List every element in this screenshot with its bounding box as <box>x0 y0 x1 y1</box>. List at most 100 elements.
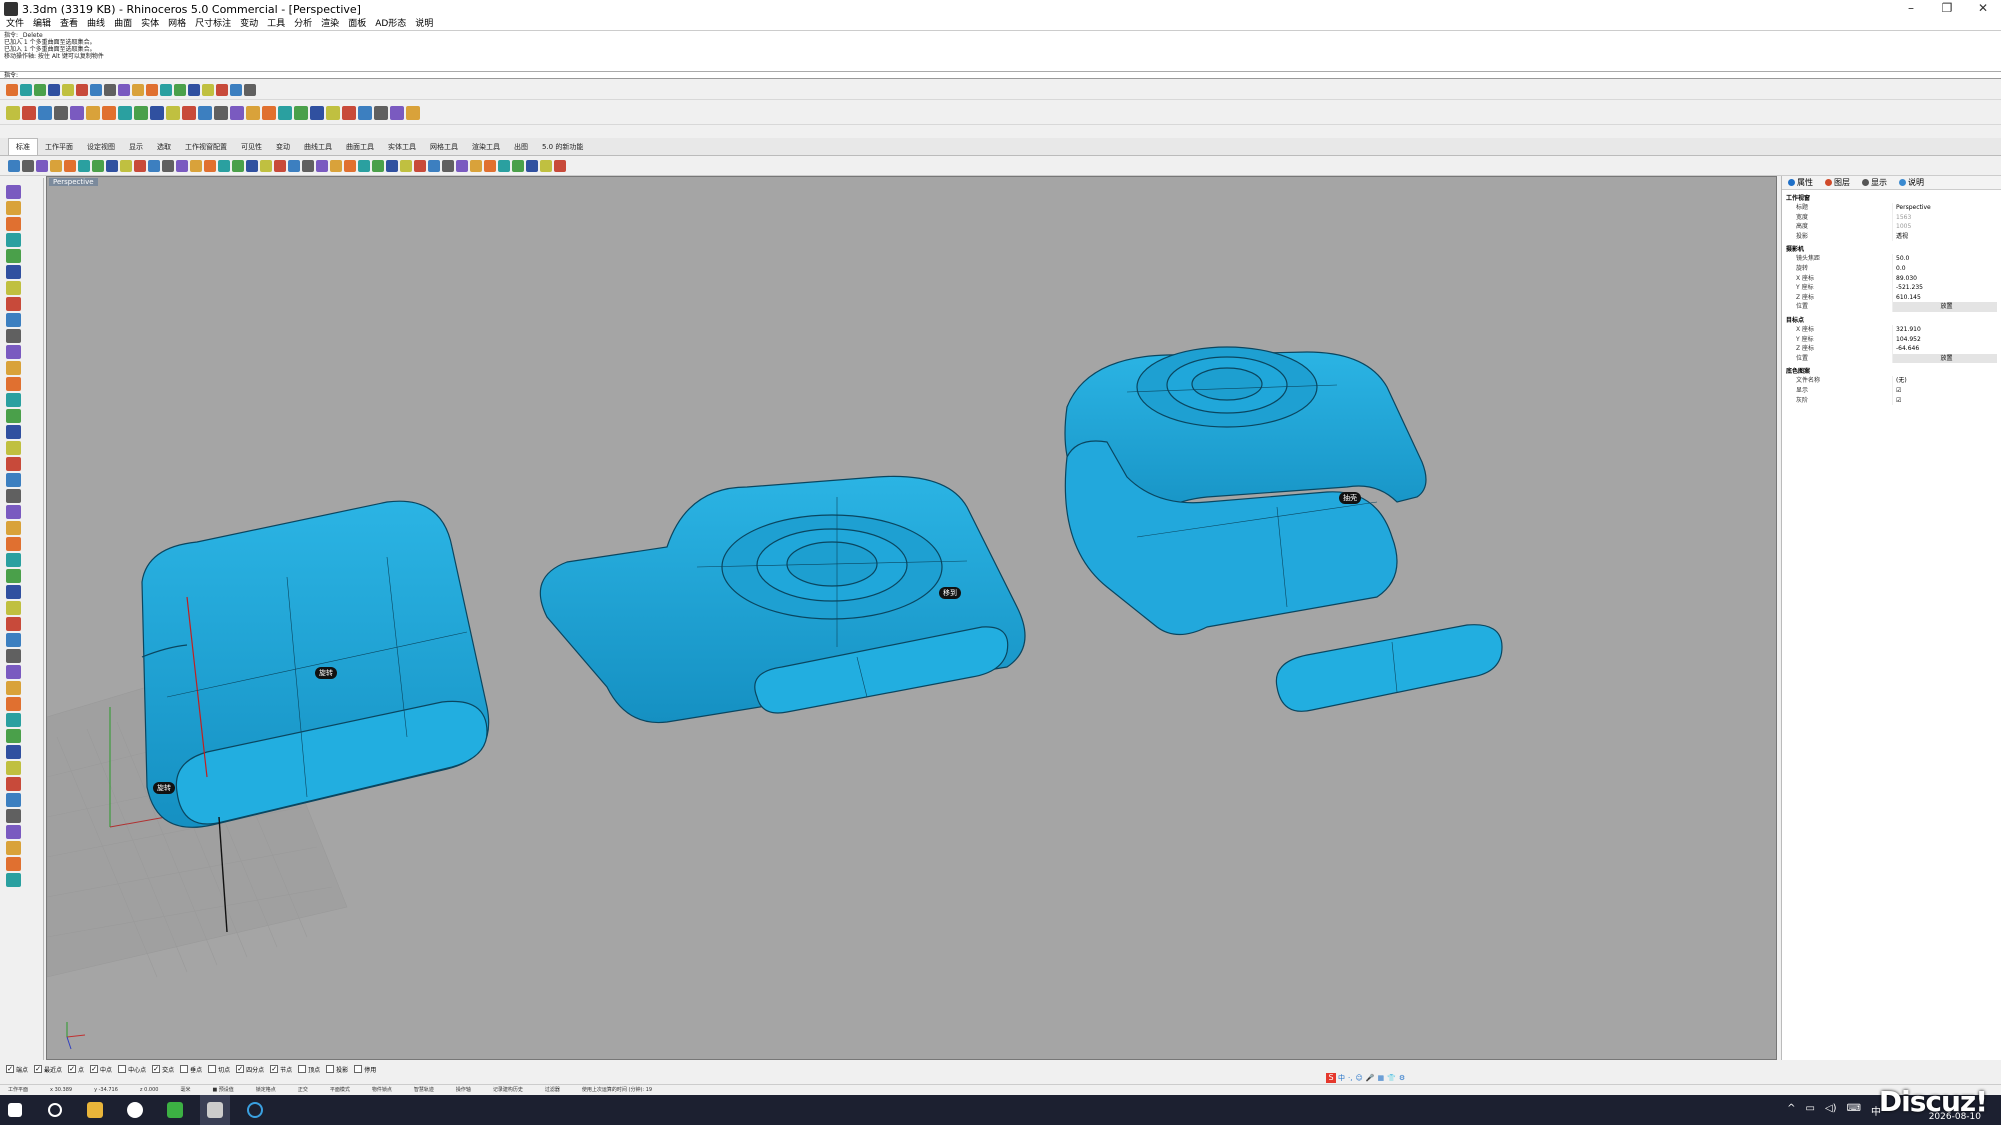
file-explorer-icon[interactable] <box>80 1095 110 1125</box>
osnap-option[interactable]: 停用 <box>354 1065 376 1074</box>
tool-icon[interactable] <box>78 159 90 172</box>
tool-icon[interactable] <box>294 105 308 120</box>
osnap-option[interactable]: ✓ 四分点 <box>236 1065 264 1074</box>
tool-icon[interactable] <box>358 159 370 172</box>
tool-icon[interactable] <box>6 473 21 487</box>
tool-icon[interactable] <box>202 83 214 96</box>
tool-icon[interactable] <box>6 377 21 391</box>
tool-icon[interactable] <box>302 159 314 172</box>
tool-icon[interactable] <box>260 159 272 172</box>
checkbox[interactable] <box>326 1065 335 1073</box>
tool-icon[interactable] <box>86 105 100 120</box>
tool-icon[interactable] <box>6 233 21 247</box>
osnap-option[interactable]: 投影 <box>326 1065 348 1074</box>
tab-visibility[interactable]: 可见性 <box>234 139 269 155</box>
tool-icon[interactable] <box>316 159 328 172</box>
tool-icon[interactable] <box>358 105 372 120</box>
tool-icon[interactable] <box>102 105 116 120</box>
checkbox[interactable]: ✓ <box>34 1065 43 1073</box>
tab-solid-tools[interactable]: 实体工具 <box>381 139 423 155</box>
tool-icon[interactable] <box>6 83 18 96</box>
tool-icon[interactable] <box>6 633 21 647</box>
tool-icon[interactable] <box>218 159 230 172</box>
restore-button[interactable]: ❐ <box>1929 0 1965 18</box>
tool-icon[interactable] <box>90 83 102 96</box>
tool-icon[interactable] <box>428 159 440 172</box>
tool-icon[interactable] <box>6 617 21 631</box>
status-item[interactable]: 过滤器 <box>545 1086 560 1093</box>
tool-icon[interactable] <box>6 521 21 535</box>
ime-item[interactable]: 🎤 <box>1366 1074 1375 1082</box>
tool-icon[interactable] <box>6 281 21 295</box>
tool-icon[interactable] <box>6 361 21 375</box>
tool-icon[interactable] <box>456 159 468 172</box>
tool-icon[interactable] <box>6 569 21 583</box>
model-body-rotated[interactable] <box>141 500 490 828</box>
tool-icon[interactable] <box>442 159 454 172</box>
place-button[interactable]: 放置 <box>1892 353 1997 364</box>
status-item[interactable]: 物件锁点 <box>372 1086 392 1093</box>
tool-icon[interactable] <box>246 159 258 172</box>
tool-icon[interactable] <box>6 441 21 455</box>
model-body-assembled[interactable] <box>539 475 1026 724</box>
tab-viewport-layout[interactable]: 工作视窗配置 <box>178 139 234 155</box>
tool-icon[interactable] <box>342 105 356 120</box>
osnap-option[interactable]: 切点 <box>208 1065 230 1074</box>
checkbox[interactable]: ✓ <box>68 1065 77 1073</box>
menu-solid[interactable]: 实体 <box>141 18 159 30</box>
volume-icon[interactable]: ◁) <box>1825 1103 1837 1118</box>
tool-icon[interactable] <box>62 83 74 96</box>
tab-render-tools[interactable]: 渲染工具 <box>465 139 507 155</box>
property-value[interactable]: 1563 <box>1892 212 2001 223</box>
status-item[interactable]: 使用上次运算的时间 (分钟): 19 <box>582 1086 652 1093</box>
property-value[interactable]: 610.145 <box>1892 292 2001 303</box>
tool-icon[interactable] <box>118 105 132 120</box>
tool-icon[interactable] <box>344 159 356 172</box>
tool-icon[interactable] <box>160 83 172 96</box>
menu-panels[interactable]: 面板 <box>348 18 366 30</box>
start-button[interactable] <box>0 1095 30 1125</box>
network-icon[interactable]: ▭ <box>1806 1103 1815 1118</box>
tool-icon[interactable] <box>22 105 36 120</box>
tab-transform[interactable]: 变动 <box>269 139 297 155</box>
tool-icon[interactable] <box>512 159 524 172</box>
tab-set-view[interactable]: 设定视图 <box>80 139 122 155</box>
checkbox[interactable] <box>118 1065 127 1073</box>
tool-icon[interactable] <box>540 159 552 172</box>
tool-icon[interactable] <box>6 857 21 871</box>
status-item[interactable]: 平面模式 <box>330 1086 350 1093</box>
status-item[interactable]: 正交 <box>298 1086 308 1093</box>
tool-icon[interactable] <box>6 297 21 311</box>
property-value[interactable]: (无) <box>1892 376 2001 386</box>
tab-mesh-tools[interactable]: 网格工具 <box>423 139 465 155</box>
tool-icon[interactable] <box>6 393 21 407</box>
tab-drafting[interactable]: 出图 <box>507 139 535 155</box>
tool-icon[interactable] <box>6 649 21 663</box>
tool-icon[interactable] <box>372 159 384 172</box>
qq-icon[interactable] <box>120 1095 150 1125</box>
tab-cplanes[interactable]: 工作平面 <box>38 139 80 155</box>
property-value[interactable]: 104.952 <box>1892 334 2001 345</box>
tool-icon[interactable] <box>414 159 426 172</box>
tool-icon[interactable] <box>120 159 132 172</box>
ime-item[interactable]: 中 <box>1338 1073 1345 1083</box>
osnap-option[interactable]: 垂点 <box>180 1065 202 1074</box>
ime-item[interactable]: ·, <box>1348 1074 1352 1082</box>
model-end-cap[interactable] <box>1275 624 1503 712</box>
tool-icon[interactable] <box>174 83 186 96</box>
checkbox[interactable]: ✓ <box>6 1065 14 1073</box>
tool-icon[interactable] <box>6 825 21 839</box>
status-item[interactable]: 工作平面 <box>8 1086 28 1093</box>
property-value[interactable]: ☑ <box>1892 385 2001 396</box>
tool-icon[interactable] <box>6 809 21 823</box>
status-item[interactable]: 操作轴 <box>456 1086 471 1093</box>
rhino-taskbar-icon[interactable] <box>200 1095 230 1125</box>
perspective-viewport[interactable]: Perspective 旋转 旋转 移到 抽壳 <box>46 176 1777 1060</box>
tool-icon[interactable] <box>118 83 130 96</box>
property-value[interactable]: 1005 <box>1892 222 2001 232</box>
checkbox[interactable]: ✓ <box>90 1065 99 1073</box>
tool-icon[interactable] <box>148 159 160 172</box>
tool-icon[interactable] <box>176 159 188 172</box>
tool-icon[interactable] <box>6 793 21 807</box>
tool-icon[interactable] <box>6 713 21 727</box>
